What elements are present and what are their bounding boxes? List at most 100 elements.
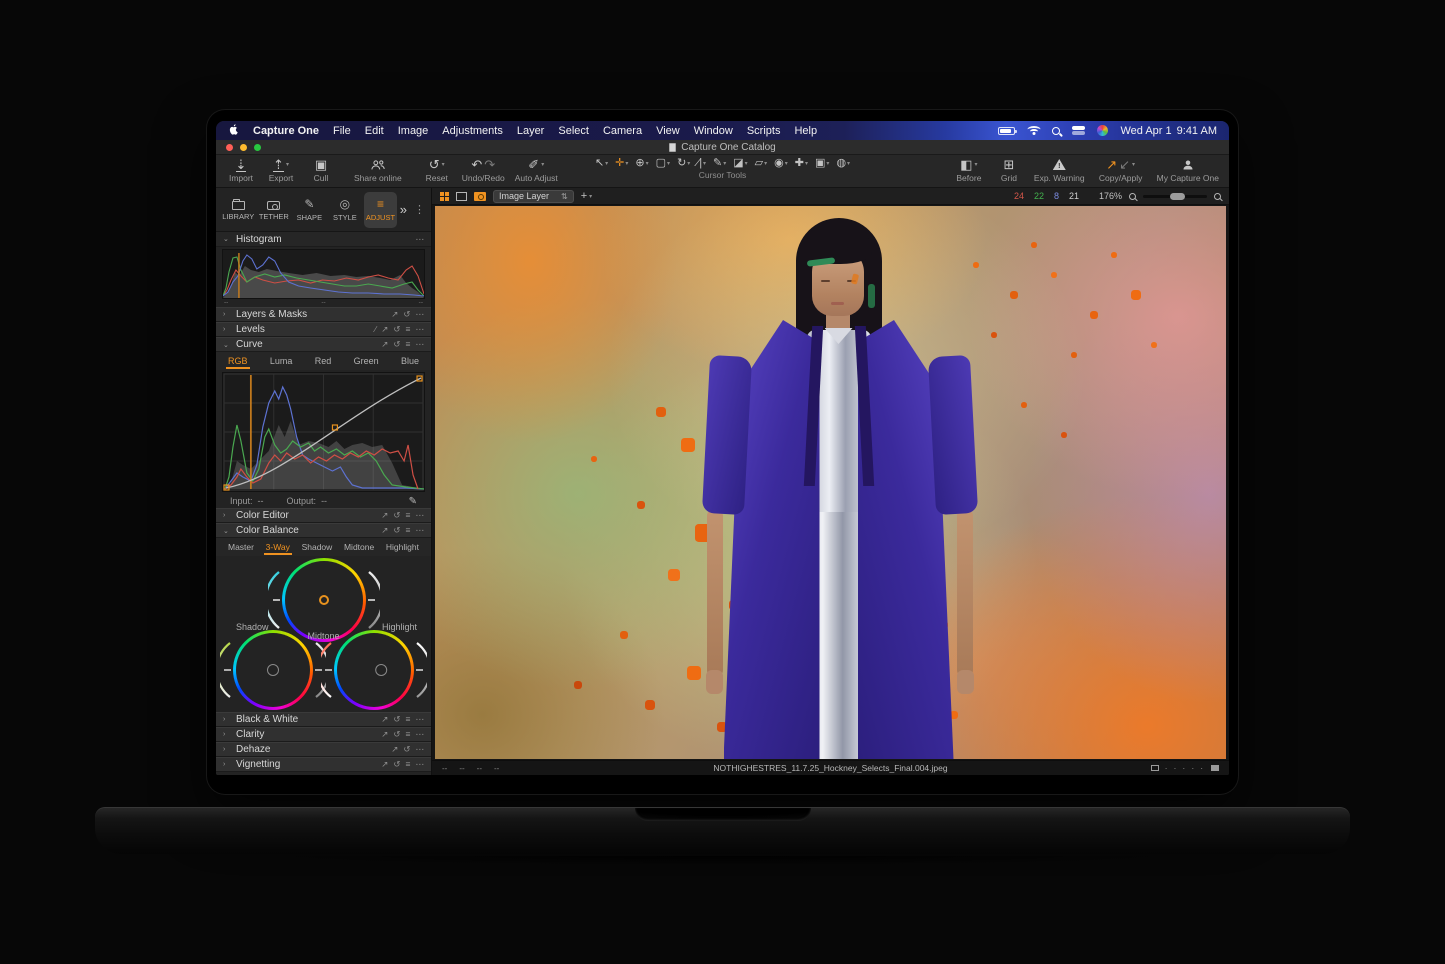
proof-view-icon[interactable] — [474, 192, 486, 201]
presets-icon[interactable]: ≡ — [406, 340, 411, 349]
cb-tab-shadow[interactable]: Shadow — [300, 540, 335, 555]
copy-adjustments-icon[interactable]: ↗ — [381, 715, 388, 724]
highlight-lightness-slider[interactable] — [416, 640, 427, 700]
tab-style[interactable]: ◎STYLE — [329, 192, 362, 228]
crop-tool[interactable]: ▢▾ — [656, 158, 670, 169]
cb-tab-3way[interactable]: 3-Way — [264, 540, 292, 555]
more-icon[interactable]: ⋯ — [416, 760, 425, 769]
reset-icon[interactable]: ↺ — [393, 715, 400, 724]
presets-icon[interactable]: ≡ — [406, 715, 411, 724]
erase-mask-tool[interactable]: ◪▾ — [733, 158, 747, 169]
dehaze-header[interactable]: › Dehaze ↗↺⋯ — [216, 742, 431, 757]
curve-tab-luma[interactable]: Luma — [268, 354, 295, 369]
menu-adjustments[interactable]: Adjustments — [442, 125, 503, 137]
copy-adjustments-icon[interactable]: ↗ — [381, 730, 388, 739]
cb-tab-midtone[interactable]: Midtone — [342, 540, 376, 555]
wifi-icon[interactable] — [1027, 126, 1040, 136]
color-balance-header[interactable]: ⌄ Color Balance ↗↺≡⋯ — [216, 523, 431, 538]
my-capture-one-button[interactable]: My Capture One — [1157, 157, 1219, 183]
copy-adjustments-icon[interactable]: ↗ — [381, 526, 388, 535]
highlight-wheel-handle[interactable] — [375, 664, 387, 676]
app-colorful-icon[interactable] — [1097, 125, 1108, 136]
more-icon[interactable]: ⋯ — [416, 715, 425, 724]
presets-icon[interactable]: ≡ — [406, 760, 411, 769]
pager-dots[interactable]: · · · · · — [1165, 764, 1205, 773]
reset-icon[interactable]: ↺ — [393, 526, 400, 535]
more-icon[interactable]: ⋯ — [416, 526, 425, 535]
vignetting-header[interactable]: › Vignetting ↗↺≡⋯ — [216, 757, 431, 772]
copy-adjustments-icon[interactable]: ↗ — [381, 511, 388, 520]
zoom-slider-handle[interactable] — [1170, 193, 1185, 200]
copy-apply-button[interactable]: ↗↙▾ Copy/Apply — [1095, 157, 1147, 183]
menu-file[interactable]: File — [333, 125, 351, 137]
clarity-header[interactable]: › Clarity ↗↺≡⋯ — [216, 727, 431, 742]
shadow-wheel-handle[interactable] — [267, 664, 279, 676]
radial-gradient-mask-tool[interactable]: ◉▾ — [774, 158, 788, 169]
shadow-saturation-slider[interactable] — [220, 640, 231, 700]
add-layer-button[interactable]: + ▾ — [581, 190, 592, 202]
menu-bar-clock[interactable]: Wed Apr 19:41 AM — [1120, 125, 1217, 137]
multi-view-icon[interactable] — [440, 192, 449, 201]
reset-icon[interactable]: ↺ — [403, 745, 410, 754]
before-button[interactable]: ◧▾ Before — [954, 157, 984, 183]
tab-tether[interactable]: TETHER — [258, 192, 291, 228]
midtone-lightness-slider[interactable] — [368, 569, 380, 631]
rotate-tool[interactable]: ↻▾ — [677, 158, 690, 169]
menu-image[interactable]: Image — [398, 125, 429, 137]
zoom-button[interactable] — [254, 144, 261, 151]
curve-tab-red[interactable]: Red — [313, 354, 334, 369]
spotlight-icon[interactable] — [1052, 127, 1060, 135]
curve-tab-green[interactable]: Green — [352, 354, 381, 369]
curve-header[interactable]: ⌄ Curve ↗↺≡⋯ — [216, 337, 431, 352]
more-icon[interactable]: ⋯ — [416, 310, 425, 319]
curve-tab-blue[interactable]: Blue — [399, 354, 421, 369]
cull-button[interactable]: ▣ Cull — [306, 157, 336, 183]
select-tool[interactable]: ↖▾ — [595, 158, 608, 169]
reset-icon[interactable]: ↺ — [393, 325, 400, 334]
reset-button[interactable]: ↺▾ Reset — [422, 157, 452, 183]
auto-levels-icon[interactable]: ∕ — [375, 325, 376, 334]
keystone-tool[interactable]: ∕|▾ — [697, 158, 706, 169]
shadow-color-wheel[interactable] — [233, 630, 313, 710]
more-icon[interactable]: ⋯ — [416, 235, 425, 244]
copy-adjustments-icon[interactable]: ↗ — [381, 325, 388, 334]
more-icon[interactable]: ⋯ — [416, 511, 425, 520]
menu-layer[interactable]: Layer — [517, 125, 545, 137]
menu-camera[interactable]: Camera — [603, 125, 642, 137]
highlight-color-wheel[interactable] — [334, 630, 414, 710]
pager-start-icon[interactable] — [1151, 765, 1159, 771]
presets-icon[interactable]: ≡ — [406, 511, 411, 520]
layer-selector[interactable]: Image Layer ⇅ — [493, 190, 574, 203]
copy-adjustments-icon[interactable]: ↗ — [381, 760, 388, 769]
zoom-out-icon[interactable] — [1129, 193, 1136, 200]
menu-select[interactable]: Select — [558, 125, 589, 137]
control-center-icon[interactable] — [1072, 126, 1085, 135]
share-online-button[interactable]: Share online — [354, 157, 402, 183]
more-icon[interactable]: ⋯ — [416, 745, 425, 754]
highlight-saturation-slider[interactable] — [321, 640, 332, 700]
presets-icon[interactable]: ≡ — [406, 730, 411, 739]
midtone-saturation-slider[interactable] — [268, 569, 280, 631]
cb-tab-highlight[interactable]: Highlight — [384, 540, 421, 555]
expand-panel-icon[interactable]: » — [400, 202, 407, 217]
minimize-button[interactable] — [240, 144, 247, 151]
copy-adjustments-icon[interactable]: ↗ — [391, 745, 398, 754]
app-menu[interactable]: Capture One — [253, 125, 319, 137]
layers-masks-header[interactable]: › Layers & Masks ↗↺⋯ — [216, 307, 431, 322]
reset-icon[interactable]: ↺ — [393, 511, 400, 520]
midtone-wheel-handle[interactable] — [319, 595, 329, 605]
reset-icon[interactable]: ↺ — [393, 760, 400, 769]
copy-adjustments-icon[interactable]: ↗ — [381, 340, 388, 349]
presets-icon[interactable]: ≡ — [406, 325, 411, 334]
more-icon[interactable]: ⋯ — [416, 340, 425, 349]
zoom-in-icon[interactable] — [1214, 193, 1221, 200]
tab-adjust[interactable]: ≡ADJUST — [364, 192, 397, 228]
import-button[interactable]: ⇣ Import — [226, 157, 256, 183]
magnify-tool[interactable]: ⊕▾ — [635, 158, 648, 169]
curve-tab-rgb[interactable]: RGB — [226, 354, 250, 369]
color-editor-header[interactable]: › Color Editor ↗↺≡⋯ — [216, 508, 431, 523]
curve-chart[interactable] — [222, 372, 425, 492]
draw-mask-tool[interactable]: ✎▾ — [713, 158, 726, 169]
menu-window[interactable]: Window — [694, 125, 733, 137]
close-button[interactable] — [226, 144, 233, 151]
